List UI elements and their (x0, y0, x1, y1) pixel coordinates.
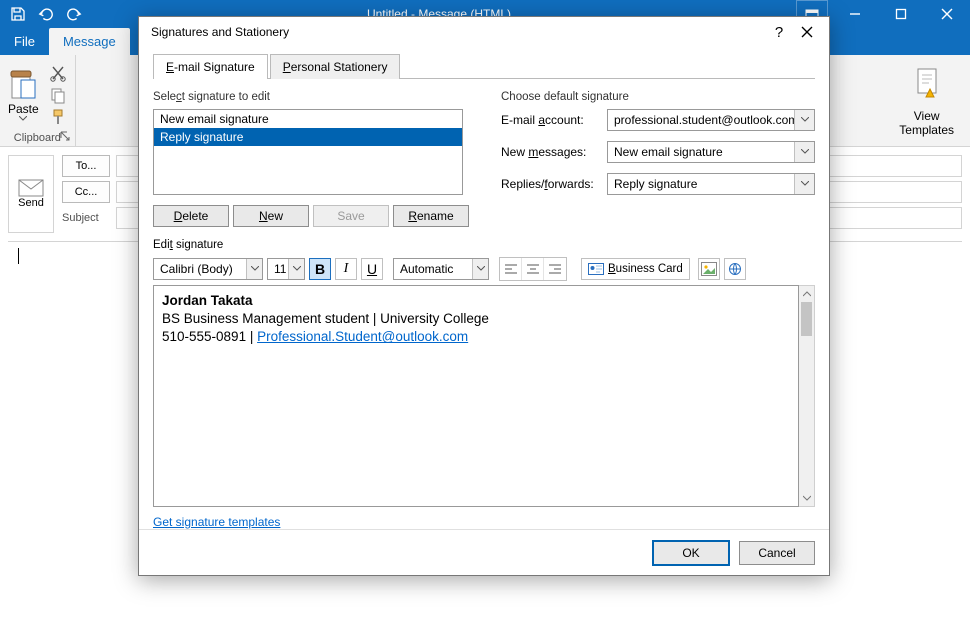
dialog-titlebar: Signatures and Stationery ? (139, 17, 829, 47)
dialog-close-icon[interactable] (793, 18, 821, 46)
scroll-thumb[interactable] (801, 302, 812, 336)
account-value: professional.student@outlook.com (614, 113, 798, 127)
editor-scrollbar[interactable] (799, 285, 815, 507)
chevron-down-icon (19, 116, 27, 122)
signature-list[interactable]: New email signature Reply signature (153, 109, 463, 195)
to-button[interactable]: To... (62, 155, 110, 177)
align-left-icon[interactable] (500, 258, 522, 280)
subject-label: Subject (62, 212, 110, 224)
dialog-launcher-icon[interactable] (59, 130, 71, 142)
tab-email-signature[interactable]: E-mail Signature (153, 54, 268, 79)
window-controls (832, 0, 970, 28)
save-icon[interactable] (10, 6, 26, 22)
scroll-down-icon[interactable] (799, 490, 814, 506)
maximize-button[interactable] (878, 0, 924, 28)
font-color-combo[interactable]: Automatic (393, 258, 489, 280)
replies-value: Reply signature (614, 177, 697, 191)
sig-line-title: BS Business Management student | Univers… (162, 311, 489, 326)
chevron-down-icon[interactable] (472, 259, 488, 279)
insert-hyperlink-icon[interactable] (724, 258, 746, 280)
sig-line-name: Jordan Takata (162, 293, 253, 308)
align-center-icon[interactable] (522, 258, 544, 280)
group-my-templates: View Templates (891, 59, 962, 140)
dialog-tabstrip: E-mail Signature Personal Stationery (153, 53, 815, 79)
account-label: E-mail account: (501, 113, 607, 127)
sig-line-phone: 510-555-0891 | (162, 329, 257, 344)
copy-icon[interactable] (49, 86, 67, 104)
sig-email-link[interactable]: Professional.Student@outlook.com (257, 329, 468, 344)
scroll-up-icon[interactable] (799, 286, 814, 302)
send-label: Send (18, 197, 44, 209)
view-templates-label: View Templates (899, 109, 954, 138)
replies-combo[interactable]: Reply signature (607, 173, 815, 195)
chevron-down-icon[interactable] (288, 259, 304, 279)
cancel-button[interactable]: Cancel (739, 541, 815, 565)
new-messages-combo[interactable]: New email signature (607, 141, 815, 163)
paste-label: Paste (8, 102, 39, 116)
choose-default-label: Choose default signature (501, 91, 815, 103)
new-messages-value: New email signature (614, 145, 723, 159)
cc-button[interactable]: Cc... (62, 181, 110, 203)
edit-signature-label: Edit signature (153, 239, 815, 251)
new-button[interactable]: New (233, 205, 309, 227)
insert-picture-icon[interactable] (698, 258, 720, 280)
font-name-combo[interactable]: Calibri (Body) (153, 258, 263, 280)
get-templates-link[interactable]: Get signature templates (153, 515, 280, 529)
help-icon[interactable]: ? (765, 18, 793, 46)
format-painter-icon[interactable] (49, 108, 67, 126)
format-toolbar: Calibri (Body) 11 B I U Automatic Busine… (153, 257, 815, 281)
bold-button[interactable]: B (309, 258, 331, 280)
replies-label: Replies/forwards: (501, 177, 607, 191)
delete-button[interactable]: Delete (153, 205, 229, 227)
group-label-clipboard: Clipboard (14, 132, 61, 144)
font-size-combo[interactable]: 11 (267, 258, 305, 280)
business-card-label: Business Card (608, 263, 683, 275)
paste-button[interactable]: Paste (8, 68, 39, 122)
group-clipboard: Paste Clipboard (0, 55, 76, 146)
minimize-button[interactable] (832, 0, 878, 28)
send-button[interactable]: Send (8, 155, 54, 233)
tab-personal-stationery[interactable]: Personal Stationery (270, 54, 401, 79)
underline-button[interactable]: U (361, 258, 383, 280)
signatures-dialog: Signatures and Stationery ? E-mail Signa… (138, 16, 830, 576)
business-card-button[interactable]: Business Card (581, 258, 690, 280)
chevron-down-icon[interactable] (246, 259, 262, 279)
undo-icon[interactable] (38, 6, 54, 22)
chevron-down-icon[interactable] (794, 142, 814, 162)
chevron-down-icon[interactable] (794, 174, 814, 194)
list-item[interactable]: Reply signature (154, 128, 462, 146)
rename-button[interactable]: Rename (393, 205, 469, 227)
close-button[interactable] (924, 0, 970, 28)
dialog-footer: OK Cancel (139, 529, 829, 575)
ok-button[interactable]: OK (653, 541, 729, 565)
view-templates-button[interactable] (908, 61, 946, 109)
redo-icon[interactable] (66, 6, 82, 22)
account-combo[interactable]: professional.student@outlook.com (607, 109, 815, 131)
tab-file[interactable]: File (0, 28, 49, 55)
align-right-icon[interactable] (544, 258, 566, 280)
list-item[interactable]: New email signature (154, 110, 462, 128)
quick-access-toolbar (0, 6, 82, 22)
italic-button[interactable]: I (335, 258, 357, 280)
cut-icon[interactable] (49, 64, 67, 82)
new-messages-label: New messages: (501, 145, 607, 159)
tab-message[interactable]: Message (49, 28, 130, 55)
chevron-down-icon[interactable] (794, 110, 814, 130)
save-button: Save (313, 205, 389, 227)
select-signature-label: Select signature to edit (153, 91, 479, 103)
text-cursor (18, 248, 19, 264)
signature-editor[interactable]: Jordan Takata BS Business Management stu… (153, 285, 799, 507)
dialog-title: Signatures and Stationery (151, 25, 765, 39)
